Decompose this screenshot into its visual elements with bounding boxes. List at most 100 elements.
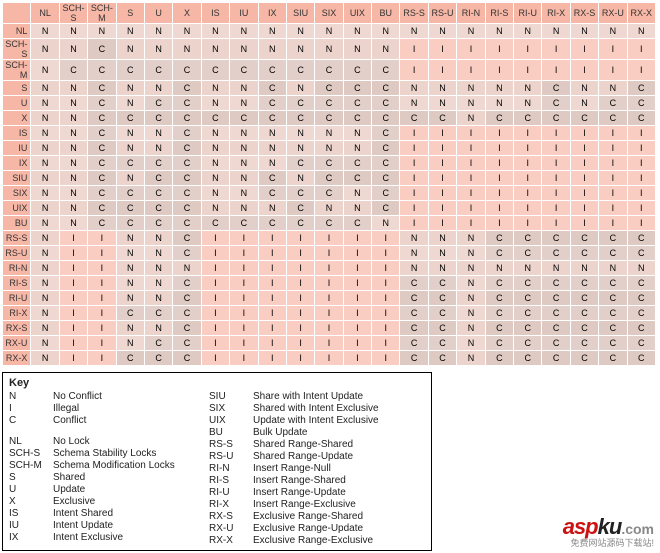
matrix-cell: C: [599, 246, 627, 261]
key-code: SIU: [209, 391, 253, 402]
matrix-cell: N: [230, 39, 258, 60]
key-desc: Update: [53, 484, 209, 495]
matrix-cell: N: [258, 141, 286, 156]
matrix-cell: N: [144, 39, 172, 60]
key-code: RS-U: [209, 451, 253, 462]
matrix-cell: C: [514, 276, 542, 291]
matrix-cell: N: [286, 126, 314, 141]
matrix-cell: N: [31, 126, 59, 141]
matrix-cell: I: [485, 186, 513, 201]
matrix-cell: I: [627, 201, 655, 216]
matrix-cell: I: [514, 141, 542, 156]
row-header: SIU: [3, 171, 31, 186]
key-code: S: [9, 472, 53, 483]
matrix-cell: I: [627, 60, 655, 81]
matrix-cell: N: [514, 96, 542, 111]
matrix-cell: N: [514, 81, 542, 96]
matrix-cell: C: [570, 111, 598, 126]
matrix-cell: N: [230, 96, 258, 111]
matrix-cell: C: [627, 321, 655, 336]
matrix-cell: C: [173, 351, 201, 366]
matrix-cell: C: [428, 276, 456, 291]
watermark-brand: aspku.com: [563, 514, 654, 539]
key-desc: Insert Range-Shared: [253, 475, 421, 486]
matrix-cell: C: [201, 216, 229, 231]
matrix-cell: N: [201, 39, 229, 60]
matrix-cell: C: [570, 321, 598, 336]
matrix-cell: C: [88, 111, 116, 126]
matrix-cell: N: [116, 171, 144, 186]
matrix-cell: N: [514, 261, 542, 276]
matrix-cell: N: [343, 126, 371, 141]
matrix-cell: C: [372, 156, 400, 171]
matrix-cell: N: [343, 141, 371, 156]
matrix-cell: C: [599, 351, 627, 366]
matrix-cell: I: [88, 351, 116, 366]
matrix-cell: C: [599, 291, 627, 306]
matrix-cell: C: [428, 336, 456, 351]
matrix-cell: C: [88, 126, 116, 141]
matrix-cell: I: [258, 276, 286, 291]
matrix-cell: N: [116, 276, 144, 291]
matrix-cell: N: [144, 321, 172, 336]
key-code: SCH-M: [9, 460, 53, 471]
matrix-cell: I: [258, 261, 286, 276]
matrix-cell: I: [315, 291, 343, 306]
matrix-cell: I: [542, 39, 570, 60]
matrix-cell: I: [400, 141, 428, 156]
key-desc: Exclusive Range-Exclusive: [253, 535, 421, 546]
matrix-cell: N: [343, 24, 371, 39]
matrix-row: ISNNCNNCNNNNNNCIIIIIIIII: [3, 126, 656, 141]
matrix-cell: C: [514, 231, 542, 246]
row-header: SIX: [3, 186, 31, 201]
matrix-cell: I: [230, 336, 258, 351]
matrix-cell: I: [627, 156, 655, 171]
matrix-cell: C: [173, 96, 201, 111]
matrix-cell: N: [31, 321, 59, 336]
matrix-cell: I: [542, 216, 570, 231]
matrix-cell: C: [88, 171, 116, 186]
key-code: SIX: [209, 403, 253, 414]
matrix-cell: I: [315, 351, 343, 366]
key-title: Key: [9, 377, 425, 389]
key-desc: Shared with Intent Exclusive: [253, 403, 421, 414]
matrix-cell: N: [428, 96, 456, 111]
matrix-row: NLNNNNNNNNNNNNNNNNNNNNNN: [3, 24, 656, 39]
matrix-cell: N: [116, 141, 144, 156]
matrix-cell: C: [542, 111, 570, 126]
matrix-cell: I: [570, 216, 598, 231]
key-code: RX-X: [209, 535, 253, 546]
matrix-cell: I: [343, 246, 371, 261]
matrix-cell: C: [400, 291, 428, 306]
matrix-cell: I: [372, 306, 400, 321]
matrix-cell: C: [286, 156, 314, 171]
matrix-cell: C: [570, 351, 598, 366]
matrix-cell: N: [627, 24, 655, 39]
matrix-cell: C: [372, 81, 400, 96]
matrix-cell: I: [514, 39, 542, 60]
matrix-cell: N: [570, 24, 598, 39]
matrix-cell: I: [428, 171, 456, 186]
matrix-cell: N: [116, 336, 144, 351]
key-desc: Schema Modification Locks: [53, 460, 209, 471]
matrix-cell: N: [59, 156, 87, 171]
matrix-cell: C: [173, 201, 201, 216]
matrix-cell: N: [31, 81, 59, 96]
matrix-cell: C: [542, 246, 570, 261]
matrix-cell: I: [230, 306, 258, 321]
matrix-cell: C: [343, 96, 371, 111]
matrix-cell: I: [343, 276, 371, 291]
matrix-cell: I: [343, 321, 371, 336]
matrix-cell: I: [400, 171, 428, 186]
matrix-cell: N: [542, 261, 570, 276]
matrix-cell: N: [144, 24, 172, 39]
matrix-cell: C: [599, 276, 627, 291]
matrix-cell: I: [570, 39, 598, 60]
key-desc: Update with Intent Exclusive: [253, 415, 421, 426]
matrix-cell: N: [31, 336, 59, 351]
matrix-cell: I: [258, 351, 286, 366]
matrix-cell: I: [258, 306, 286, 321]
matrix-cell: C: [88, 186, 116, 201]
col-header: RX-U: [599, 3, 627, 24]
matrix-cell: C: [542, 231, 570, 246]
